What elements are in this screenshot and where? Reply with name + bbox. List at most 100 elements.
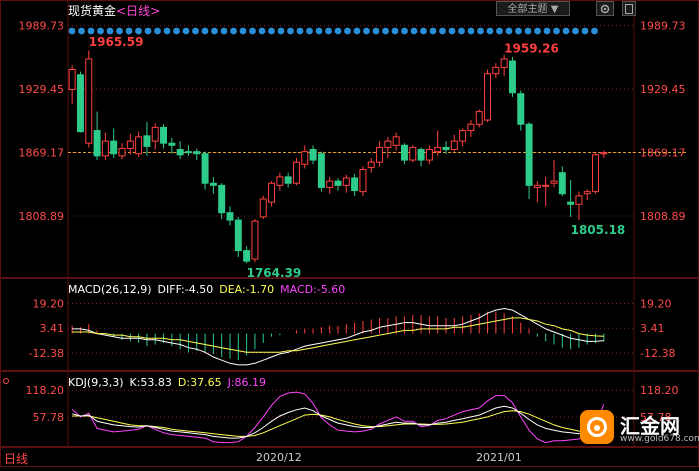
candle-body <box>168 142 176 146</box>
candle-body <box>517 93 525 125</box>
indicator-dot <box>154 27 161 35</box>
candle-body <box>392 136 400 146</box>
indicator-dot <box>192 27 199 35</box>
indicator-dot <box>87 27 95 35</box>
kdj-legend: KDJ(9,3,3) K:53.83 D:37.65 J:86.19 <box>68 376 272 389</box>
candle-body <box>492 66 500 75</box>
x-label-jan: 2021/01 <box>476 451 522 464</box>
indicator-dot <box>363 27 370 35</box>
y-tick-left: 1989.73 <box>19 20 65 33</box>
indicator-dot <box>173 27 180 35</box>
theme-dropdown-label: 全部主题 <box>507 4 548 15</box>
indicator-dot <box>125 27 133 35</box>
indicator-dot <box>68 27 76 35</box>
kdj-marker-icon <box>3 378 9 384</box>
kdj-k-value: K:53.83 <box>129 376 172 389</box>
candle-body <box>550 180 558 184</box>
macd-dea-line <box>72 317 604 353</box>
candle-body <box>500 58 508 68</box>
indicator-dot <box>353 27 361 35</box>
indicator-dot <box>239 27 247 35</box>
indicator-dot <box>135 27 142 35</box>
kdj-d-value: D:37.65 <box>177 376 222 389</box>
macd-y-tick-right: 19.20 <box>640 298 672 311</box>
indicator-dot <box>524 27 532 35</box>
logo-mark-icon <box>580 410 614 444</box>
macd-y-tick-left: 3.41 <box>40 322 65 335</box>
candle-body <box>76 74 84 133</box>
y-tick-right: 1989.73 <box>640 20 686 33</box>
indicator-dot <box>448 27 456 35</box>
indicator-dot <box>439 27 446 35</box>
indicator-dot <box>429 27 437 35</box>
indicator-dot <box>78 27 85 35</box>
panel-border <box>0 447 699 467</box>
candle-body <box>525 123 533 186</box>
macd-diff-value: DIFF:-4.50 <box>157 283 214 296</box>
watermark-logo: 汇金网 www.gold678.com <box>580 410 699 446</box>
candle-body <box>226 212 234 221</box>
candle-body <box>151 126 159 142</box>
macd-diff-line <box>72 307 604 366</box>
indicator-dot <box>420 27 427 35</box>
kdj-y-tick-right: 118.20 <box>640 384 679 397</box>
candle-body <box>342 177 350 186</box>
settings-icon[interactable] <box>596 1 614 16</box>
candle-body <box>326 180 334 188</box>
candle-body <box>400 144 408 161</box>
x-label-dec: 2020/12 <box>256 451 302 464</box>
candle-body <box>334 180 342 186</box>
kdj-y-tick-left: 118.20 <box>26 384 65 397</box>
candle-body <box>450 140 458 151</box>
indicator-dot <box>515 27 522 35</box>
candle-body <box>85 58 93 144</box>
candle-body <box>434 146 442 153</box>
indicator-dot <box>296 27 304 35</box>
indicator-dot <box>182 27 190 35</box>
candle-body <box>425 149 433 161</box>
indicator-dot <box>306 27 313 35</box>
period-label[interactable]: <日线> <box>116 4 160 18</box>
price-annotation: 1965.59 <box>89 35 144 49</box>
kdj-y-tick-left: 57.78 <box>33 411 65 424</box>
indicator-dot <box>163 27 171 35</box>
window-toggle-icon[interactable] <box>622 1 636 16</box>
theme-dropdown[interactable]: 全部主题 ▼ <box>496 1 570 16</box>
chart-stage: 1989.73 1989.73 1929.45 1929.45 1869.17 1869.… <box>0 0 699 467</box>
indicator-dot <box>581 27 589 35</box>
price-annotation: 1805.18 <box>571 223 626 237</box>
indicator-dot <box>287 27 294 35</box>
indicator-dot <box>97 27 104 35</box>
candle-body <box>193 151 201 155</box>
candle-body <box>135 136 143 155</box>
candle-body <box>309 149 317 161</box>
candle-body <box>201 153 209 184</box>
candle-body <box>143 135 151 147</box>
candle-body <box>259 198 267 218</box>
macd-y-tick-right: -12.38 <box>640 347 675 360</box>
candle-body <box>359 169 367 193</box>
candle-body <box>376 146 384 163</box>
candle-body <box>317 153 325 188</box>
indicator-dot <box>268 27 275 35</box>
candle-body <box>118 147 126 157</box>
candle-body <box>243 250 251 262</box>
y-tick-left: 1869.17 <box>19 147 65 160</box>
instrument-name: 现货黄金 <box>68 4 117 18</box>
candle-body <box>93 130 101 157</box>
indicator-dot <box>591 27 598 35</box>
candle-body <box>417 149 425 161</box>
macd-macd-value: MACD:-5.60 <box>280 283 346 296</box>
indicator-dot <box>211 27 218 35</box>
candle-body <box>301 151 309 165</box>
period-tab-daily[interactable]: 日线 <box>4 450 28 467</box>
indicator-dot <box>391 27 399 35</box>
candle-body <box>218 184 226 214</box>
candle-body <box>459 130 467 142</box>
indicator-dot <box>505 27 513 35</box>
candle-body <box>176 149 184 156</box>
candle-body <box>575 195 583 205</box>
candle-body <box>600 152 608 155</box>
candle-body <box>384 140 392 148</box>
indicator-dot <box>116 27 123 35</box>
